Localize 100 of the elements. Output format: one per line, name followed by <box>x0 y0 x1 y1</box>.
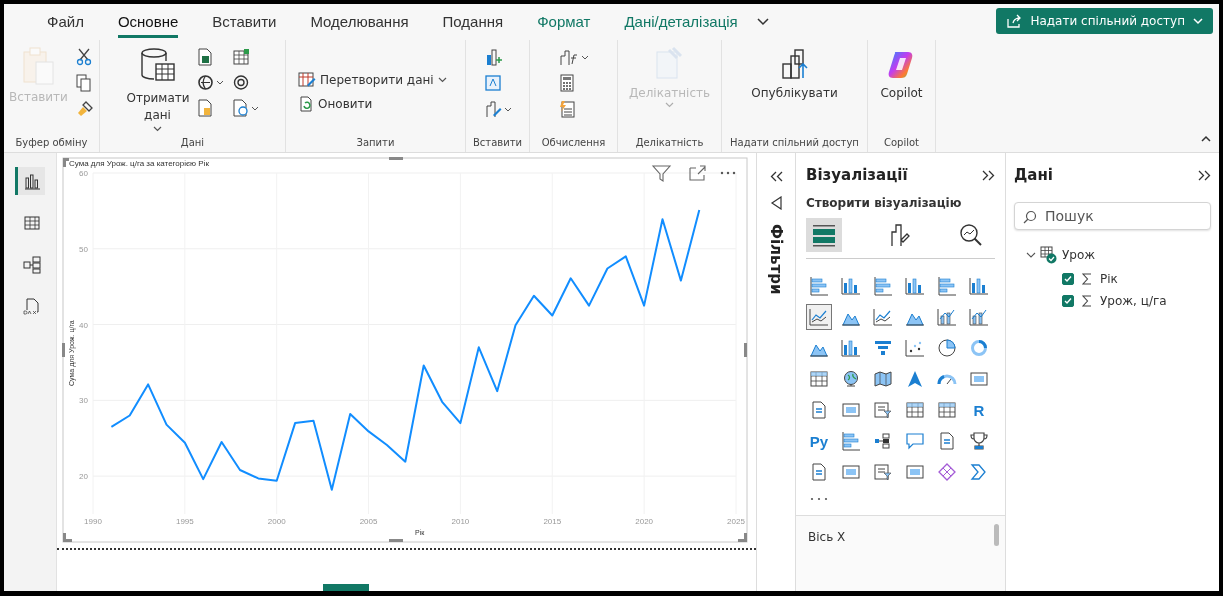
caret-icon <box>437 76 447 83</box>
spreadsheet-icon[interactable] <box>196 48 213 66</box>
expand-icon[interactable] <box>769 171 783 182</box>
build-tab[interactable] <box>806 218 842 252</box>
calculator-icon[interactable] <box>558 74 575 92</box>
ribbon-button[interactable]: Перетворити дані <box>298 71 447 88</box>
resize-handle[interactable] <box>389 157 403 160</box>
scatter-chart-icon <box>905 338 925 358</box>
resize-handle[interactable] <box>738 533 747 542</box>
ribbon-group-label: Дані <box>179 137 206 150</box>
chart-pen-icon[interactable] <box>483 100 502 118</box>
resize-handle[interactable] <box>389 539 403 542</box>
line-chart-icon <box>809 307 829 327</box>
collapse-icon[interactable] <box>982 169 995 181</box>
more-visuals-icon[interactable] <box>810 497 828 501</box>
card-icon <box>905 462 925 482</box>
fields-icon <box>811 222 837 248</box>
field-checkbox[interactable] <box>1062 295 1074 307</box>
horizontal-bar-chart-icon <box>873 276 893 296</box>
ribbon-button[interactable]: Copilot <box>880 46 923 100</box>
caret-icon[interactable] <box>503 106 512 112</box>
list-icon <box>873 462 893 482</box>
filter-icon[interactable] <box>770 196 782 210</box>
bar-chart-icon <box>841 338 861 358</box>
document-icon <box>809 462 829 482</box>
card-icon <box>841 400 861 420</box>
y-tick-label: 40 <box>79 320 88 330</box>
expand-chevron-icon[interactable] <box>1026 251 1036 259</box>
caret-icon[interactable] <box>215 80 224 85</box>
ribbon-tab[interactable]: Моделювання <box>310 6 409 38</box>
paintbrush-icon[interactable] <box>75 100 94 118</box>
field-name[interactable]: Урож, ц/га <box>1100 294 1167 308</box>
chart-title: Сума для Урож. ц/га за категорією Рік <box>69 159 209 168</box>
caret-icon[interactable] <box>250 105 259 111</box>
globe-icon[interactable] <box>196 74 214 91</box>
ribbon-group-label: Обчислення <box>540 137 607 150</box>
pane-title: Дані <box>1014 166 1053 184</box>
collapse-icon[interactable] <box>1198 169 1211 181</box>
horizontal-bar-chart-icon <box>937 276 957 296</box>
resize-handle[interactable] <box>62 343 65 357</box>
bar-chart-icon <box>22 172 41 190</box>
chart-formula-icon[interactable] <box>558 48 579 66</box>
filters-pane-title[interactable]: Фільтри <box>767 224 785 295</box>
x-tick-label: 2000 <box>267 517 286 526</box>
visual-type-button[interactable]: Py <box>806 428 832 454</box>
ribbon-button[interactable]: Оновити <box>298 95 373 112</box>
resize-handle[interactable] <box>744 343 747 357</box>
ribbon-button[interactable]: Опублікувати <box>751 46 838 100</box>
scissors-icon[interactable] <box>75 48 92 66</box>
section-title[interactable]: Вісь X <box>808 530 846 544</box>
ribbon-tab[interactable]: Вставити <box>212 6 277 38</box>
resize-handle[interactable] <box>63 533 72 542</box>
collapse-ribbon-icon[interactable] <box>1201 135 1211 142</box>
ribbon-tab[interactable]: Дані/деталізація <box>624 6 738 38</box>
caret-icon <box>153 125 162 132</box>
quick-calculator-icon[interactable] <box>558 100 575 118</box>
resize-handle[interactable] <box>63 158 69 167</box>
ribbon-button[interactable]: Отримати дані <box>126 46 189 132</box>
x-tick-label: 2025 <box>727 517 745 526</box>
document-icon[interactable] <box>196 99 213 117</box>
document-icon <box>937 431 957 451</box>
tree-icon <box>873 431 893 451</box>
table-pen-icon <box>298 71 316 88</box>
clock-document-icon[interactable] <box>231 99 249 117</box>
ribbon-tab[interactable]: Подання <box>442 6 504 38</box>
caret-icon <box>665 102 674 108</box>
ribbon-tab[interactable]: Основне <box>117 6 179 38</box>
chevron-down-icon[interactable] <box>756 18 769 26</box>
rings-icon[interactable] <box>231 74 250 91</box>
ribbon-group-label: Copilot <box>882 137 920 150</box>
table-icon[interactable] <box>231 48 250 66</box>
table-icon <box>22 214 41 232</box>
text-box-icon[interactable] <box>483 74 502 92</box>
pane-title: Візуалізації <box>806 166 908 184</box>
check-icon <box>1063 274 1073 284</box>
visual-type-button[interactable]: R <box>966 397 992 423</box>
caret-icon[interactable] <box>580 54 589 60</box>
ribbon-group-label: Делікатність <box>634 137 705 150</box>
bar-chart-icon <box>969 276 989 296</box>
ribbon-tab[interactable]: Файл <box>47 6 84 38</box>
sigma-icon <box>1082 295 1092 307</box>
clipboard-icon <box>20 46 57 86</box>
scrollbar[interactable] <box>994 524 999 546</box>
x-tick-label: 2020 <box>635 517 654 526</box>
speech-bubble-icon <box>905 431 925 451</box>
more-options-icon[interactable] <box>720 171 736 175</box>
y-tick-label: 30 <box>79 396 88 406</box>
share-button[interactable]: Надати спільний доступ <box>996 8 1213 34</box>
copy-icon[interactable] <box>75 74 92 92</box>
ribbon-tab[interactable]: Формат <box>537 6 591 38</box>
focus-mode-icon[interactable] <box>689 165 706 181</box>
report-view-button[interactable] <box>15 167 45 195</box>
horizontal-bar-chart-icon <box>809 276 829 296</box>
bar-chart-icon <box>905 276 925 296</box>
card-icon <box>969 369 989 389</box>
field-checkbox[interactable] <box>1062 273 1074 285</box>
search-field[interactable]: Пошук <box>1014 202 1211 230</box>
table-icon <box>809 369 829 389</box>
field-name[interactable]: Рік <box>1100 272 1118 286</box>
table-name[interactable]: Урож <box>1062 248 1096 262</box>
